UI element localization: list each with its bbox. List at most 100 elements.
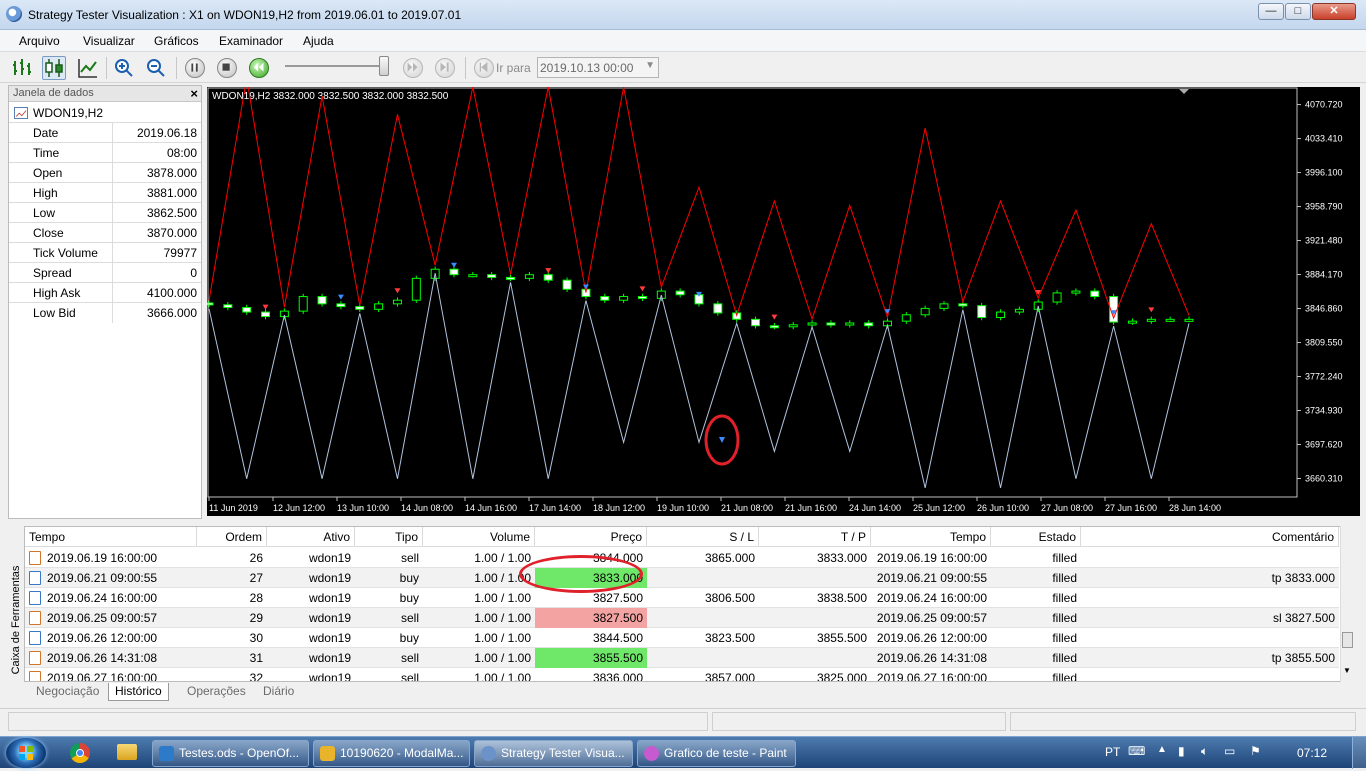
language-indicator[interactable]: PT — [1105, 745, 1120, 759]
cell-estado: filled — [1052, 571, 1077, 585]
table-row[interactable]: 2019.06.26 14:31:08 31 wdon19 sell 1.00 / 1.… — [25, 648, 1339, 668]
column-header[interactable]: T / P — [759, 527, 871, 547]
keyboard-icon[interactable]: ⌨ — [1128, 744, 1145, 758]
column-header[interactable]: Tempo — [871, 527, 991, 547]
tab-negociacao[interactable]: Negociação — [30, 683, 105, 701]
candlestick-icon — [45, 59, 63, 77]
menu-examinador[interactable]: Examinador — [219, 34, 283, 48]
skip-to-end-button[interactable] — [435, 58, 455, 78]
table-scrollbar[interactable]: ▼ — [1340, 526, 1354, 682]
x-tick-label: 27 Jun 16:00 — [1105, 503, 1157, 513]
x-tick-label: 19 Jun 10:00 — [657, 503, 709, 513]
tray-expand-icon[interactable]: ▲ — [1157, 744, 1167, 755]
speed-slider-thumb[interactable] — [379, 56, 389, 76]
tab-historico[interactable]: Histórico — [108, 683, 169, 701]
column-header[interactable]: Comentário — [1081, 527, 1339, 547]
table-row[interactable]: 2019.06.19 16:00:00 26 wdon19 sell 1.00 / 1.… — [25, 548, 1339, 568]
minimize-button[interactable]: — — [1258, 3, 1284, 20]
task-openoffice[interactable]: Testes.ods - OpenOf... — [152, 740, 309, 767]
cell-tempo2: 2019.06.26 14:31:08 — [876, 651, 987, 665]
data-row-value: 08:00 — [166, 146, 197, 160]
task-strategy-tester[interactable]: Strategy Tester Visua... — [474, 740, 633, 767]
cell-ordem: 28 — [249, 591, 263, 605]
menu-arquivo[interactable]: Arquivo — [19, 34, 60, 48]
column-header[interactable]: Ativo — [267, 527, 355, 547]
column-header[interactable]: Tipo — [355, 527, 423, 547]
cell-preco: 3844.500 — [592, 631, 643, 645]
candle-body — [1052, 292, 1062, 303]
cell-ordem: 32 — [249, 671, 263, 682]
cell-ordem: 31 — [249, 651, 263, 665]
clock[interactable]: 07:12 — [1297, 746, 1327, 760]
candle-body — [977, 305, 987, 319]
task-modalma[interactable]: 10190620 - ModalMa... — [313, 740, 470, 767]
column-header[interactable]: Ordem — [197, 527, 267, 547]
bar-chart-button[interactable] — [10, 56, 34, 80]
folder-icon[interactable] — [117, 744, 137, 760]
start-button[interactable] — [6, 738, 46, 768]
show-desktop-button[interactable] — [1352, 737, 1366, 769]
column-header[interactable]: S / L — [647, 527, 759, 547]
cell-estado: filled — [1052, 671, 1077, 682]
cell-preco: 3855.500 — [535, 648, 647, 668]
cell-tempo2: 2019.06.19 16:00:00 — [876, 551, 987, 565]
tab-operacoes[interactable]: Operações — [181, 683, 252, 701]
volume-icon[interactable]: 🔈︎ — [1201, 744, 1208, 759]
close-button[interactable]: ✕ — [1312, 3, 1356, 20]
scroll-down-icon[interactable]: ▼ — [1343, 666, 1351, 675]
plot-frame — [207, 87, 1298, 498]
goto-date-field[interactable]: 2019.10.13 00:00 ▼ — [537, 57, 659, 78]
data-window-close-button[interactable]: × — [190, 86, 198, 101]
x-tick-label: 13 Jun 10:00 — [337, 503, 389, 513]
price-chart[interactable]: WDON19,H2 3832.000 3832.500 3832.000 383… — [204, 77, 1360, 516]
line-chart-button[interactable] — [76, 56, 100, 80]
column-header[interactable]: Tempo — [25, 527, 197, 547]
table-row[interactable]: 2019.06.24 16:00:00 28 wdon19 buy 1.00 / 1.0… — [25, 588, 1339, 608]
sell-order-icon — [29, 651, 41, 665]
candlestick-button[interactable] — [42, 56, 66, 80]
chrome-icon[interactable] — [70, 743, 90, 763]
scrollbar-thumb[interactable] — [1342, 632, 1353, 648]
flag-icon[interactable]: ⚑ — [1250, 744, 1261, 758]
maximize-button[interactable]: □ — [1285, 3, 1311, 20]
column-header[interactable]: Preço — [535, 527, 647, 547]
cell-sl: 3857.000 — [704, 671, 755, 682]
zoom-in-button[interactable] — [112, 56, 136, 80]
speed-slider-track[interactable] — [285, 65, 387, 67]
toolbar: Ir para 2019.10.13 00:00 ▼ — [0, 52, 1366, 83]
table-row[interactable]: 2019.06.21 09:00:55 27 wdon19 buy 1.00 / 1.0… — [25, 568, 1339, 588]
table-row[interactable]: 2019.06.26 12:00:00 30 wdon19 buy 1.00 / 1.0… — [25, 628, 1339, 648]
menu-visualizar[interactable]: Visualizar — [83, 34, 135, 48]
rewind-button[interactable] — [249, 58, 269, 78]
column-header[interactable]: Volume — [423, 527, 535, 547]
cell-sl: 3806.500 — [704, 591, 755, 605]
chart-canvas[interactable]: WDON19,H2 3832.000 3832.500 3832.000 383… — [204, 77, 1360, 516]
candle-body — [487, 274, 497, 278]
cell-tp: 3833.000 — [816, 551, 867, 565]
menu-graficos[interactable]: Gráficos — [154, 34, 199, 48]
candle-body — [713, 303, 723, 314]
column-header[interactable]: Estado — [991, 527, 1081, 547]
cell-comentario: sl 3827.500 — [1272, 611, 1335, 625]
fast-forward-button[interactable] — [403, 58, 423, 78]
cell-estado: filled — [1052, 551, 1077, 565]
cell-tp — [759, 608, 871, 628]
data-row-key: Low — [33, 206, 56, 220]
menu-ajuda[interactable]: Ajuda — [303, 34, 334, 48]
data-row: Low 3862.500 — [9, 202, 201, 223]
chevron-down-icon[interactable]: ▼ — [645, 60, 655, 71]
cell-tempo: 2019.06.21 09:00:55 — [47, 571, 158, 585]
data-row-value: 3878.000 — [146, 166, 197, 180]
app-icon — [6, 6, 22, 22]
zoom-out-button[interactable] — [144, 56, 168, 80]
usb-icon[interactable]: ▮ — [1178, 744, 1185, 758]
tab-diario[interactable]: Diário — [257, 683, 300, 701]
network-icon[interactable]: ▭ — [1224, 744, 1235, 758]
table-row[interactable]: 2019.06.25 09:00:57 29 wdon19 sell 1.00 / 1.… — [25, 608, 1339, 628]
stop-button[interactable] — [217, 58, 237, 78]
zoom-in-icon — [115, 59, 133, 77]
pause-button[interactable] — [185, 58, 205, 78]
table-row[interactable]: 2019.06.27 16:00:00 32 wdon19 sell 1.00 / 1.… — [25, 668, 1339, 682]
task-paint[interactable]: Grafico de teste - Paint — [637, 740, 796, 767]
goto-button[interactable] — [474, 58, 494, 78]
